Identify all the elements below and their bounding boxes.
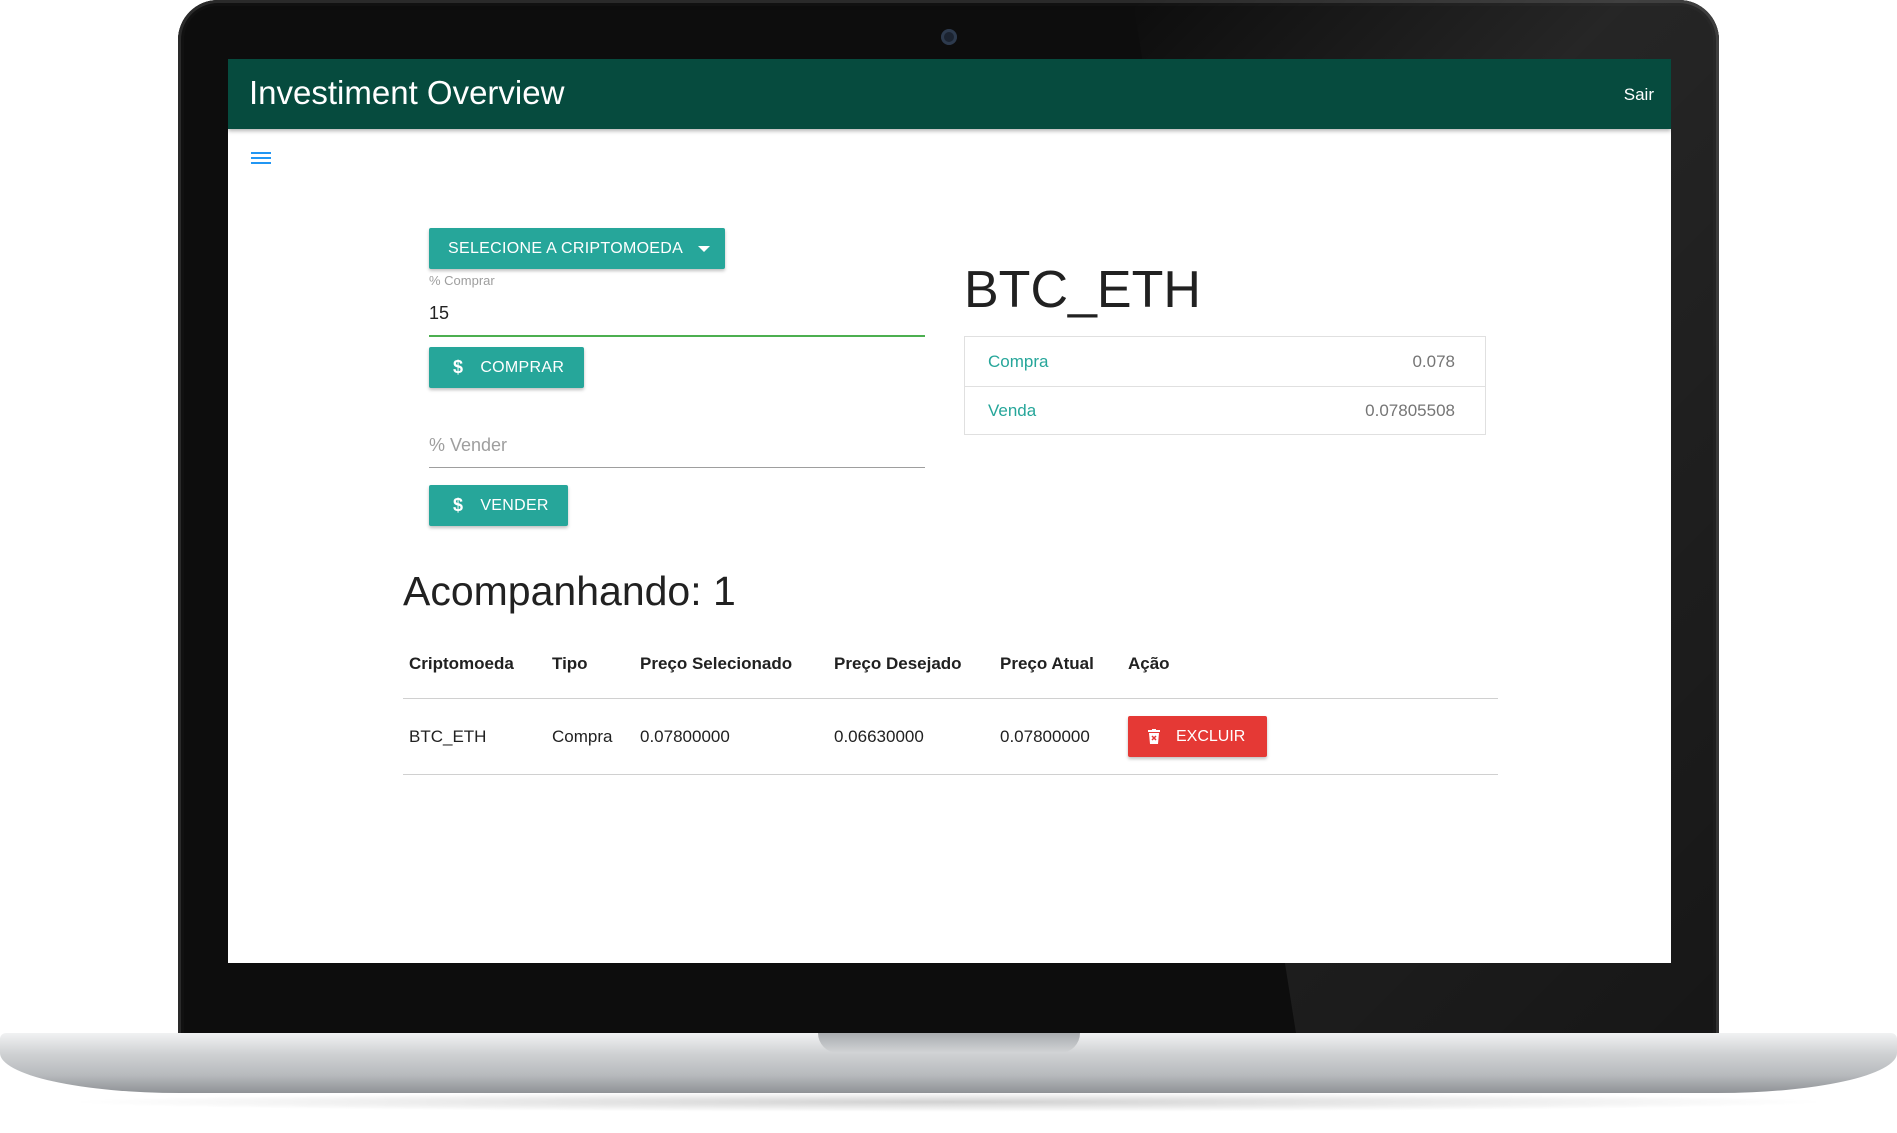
cell-desired-price: 0.06630000 — [828, 698, 994, 775]
webcam — [941, 29, 957, 45]
tracking-table: Criptomoeda Tipo Preço Selecionado Preço… — [403, 630, 1498, 775]
pair-row-label: Venda — [988, 401, 1037, 420]
buy-percent-input[interactable]: 15 — [429, 295, 925, 337]
pair-row-label: Compra — [988, 351, 1049, 371]
laptop-base-notch — [818, 1033, 1080, 1053]
column-header-action: Ação — [1122, 630, 1498, 699]
cell-crypto: BTC_ETH — [403, 698, 546, 775]
select-crypto-dropdown[interactable]: SELECIONE A CRIPTOMOEDA — [429, 228, 725, 269]
logout-link[interactable]: Sair — [1624, 85, 1654, 105]
caret-down-icon — [698, 245, 711, 252]
pair-row-value: 0.07805508 — [1365, 401, 1455, 420]
buy-percent-label: % Comprar — [429, 273, 495, 288]
sell-button[interactable]: $ VENDER — [429, 485, 568, 526]
screen: Investiment Overview Sair SELECIONE A CR… — [228, 59, 1671, 963]
dollar-icon: $ — [453, 357, 464, 377]
pair-title: BTC_ETH — [964, 261, 1201, 319]
pair-row-venda: Venda 0.07805508 — [965, 386, 1485, 435]
buy-button-label: COMPRAR — [480, 358, 565, 376]
buy-button[interactable]: $ COMPRAR — [429, 347, 584, 388]
laptop-shadow — [60, 1092, 1837, 1112]
cell-type: Compra — [546, 698, 634, 775]
table-header-row: Criptomoeda Tipo Preço Selecionado Preço… — [403, 630, 1498, 699]
column-header-type: Tipo — [546, 630, 634, 699]
dollar-icon: $ — [453, 495, 464, 515]
tracking-title: Acompanhando: 1 — [403, 568, 736, 614]
sell-button-label: VENDER — [480, 496, 549, 514]
column-header-crypto: Criptomoeda — [403, 630, 546, 699]
hamburger-menu-icon[interactable] — [251, 150, 271, 166]
delete-button-label: EXCLUIR — [1176, 727, 1246, 745]
column-header-desired-price: Preço Desejado — [828, 630, 994, 699]
table-row: BTC_ETH Compra 0.07800000 0.06630000 0.0… — [403, 698, 1498, 775]
app-title: Investiment Overview — [249, 74, 565, 111]
cell-selected-price: 0.07800000 — [634, 698, 828, 775]
pair-price-list: Compra 0.078 Venda 0.07805508 — [964, 336, 1486, 435]
pair-row-value: 0.078 — [1412, 351, 1455, 371]
sell-percent-input[interactable]: % Vender — [429, 431, 925, 468]
pair-row-compra: Compra 0.078 — [965, 337, 1485, 386]
cell-current-price: 0.07800000 — [994, 698, 1122, 775]
cell-action: EXCLUIR — [1122, 698, 1498, 775]
column-header-current-price: Preço Atual — [994, 630, 1122, 699]
select-crypto-label: SELECIONE A CRIPTOMOEDA — [448, 239, 684, 257]
app-bar: Investiment Overview Sair — [228, 59, 1671, 129]
trash-icon — [1148, 729, 1160, 744]
delete-button[interactable]: EXCLUIR — [1128, 716, 1267, 757]
column-header-selected-price: Preço Selecionado — [634, 630, 828, 699]
